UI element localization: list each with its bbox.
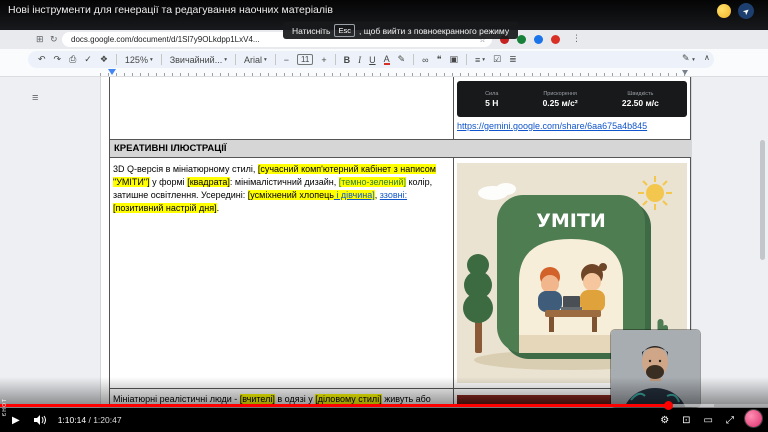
fullscreen-toast: Натисніть Esc , щоб вийти з повноекранно… <box>283 22 518 39</box>
toolbar-separator <box>335 54 336 65</box>
gemini-share-link[interactable]: https://gemini.google.com/share/6aa675a4… <box>457 121 687 132</box>
text-segment: 3D Q-версія в мініатюрному стилі, <box>113 164 258 174</box>
time-total: 1:20:47 <box>93 415 121 425</box>
overlay-badge-icon[interactable] <box>717 4 731 18</box>
text-segment: [позитивний настрій дня] <box>113 203 217 213</box>
section-header-text: КРЕАТИВНІ ІЛЮСТРАЦІЇ <box>114 143 226 154</box>
collapse-toolbar-button[interactable]: ∧ <box>704 53 710 62</box>
time-separator: / <box>88 415 90 425</box>
toolbar-separator <box>161 54 162 65</box>
text-segment: у формі <box>150 177 188 187</box>
progress-played <box>0 404 668 407</box>
paint-format-icon[interactable]: ❖ <box>100 54 108 65</box>
insert-image-button[interactable]: ▣ <box>449 54 458 65</box>
text-segment: . <box>217 203 220 213</box>
text-segment: [темно-зелений] <box>339 177 406 187</box>
italic-button[interactable]: I <box>358 55 361 65</box>
table-border <box>109 157 691 158</box>
stat-cell: Прискорення0.25 м/с² <box>543 91 578 108</box>
document-page: Сила5 Н Прискорення0.25 м/с² Швидкість22.5… <box>100 77 692 408</box>
indent-marker-icon[interactable] <box>108 69 116 75</box>
fullscreen-icon[interactable]: ⤢ <box>726 415 734 426</box>
share-arrow-icon[interactable]: ➤ <box>738 3 754 19</box>
list-button[interactable]: ≣ <box>509 54 517 65</box>
settings-gear-icon[interactable]: ⚙ <box>660 415 669 426</box>
table-border <box>453 77 454 408</box>
text-segment: [усміхнений хлопець <box>248 190 334 200</box>
channel-watermark: єнот <box>1 398 8 416</box>
toolbar-separator <box>116 54 117 65</box>
url-text: docs.google.com/document/d/1Sl7y9OLkdpp1… <box>71 35 260 44</box>
highlight-color-button[interactable]: ✎ <box>398 54 406 65</box>
stats-image: Сила5 Н Прискорення0.25 м/с² Швидкість22.5… <box>457 81 687 117</box>
extension-icon[interactable] <box>551 35 560 44</box>
print-icon[interactable]: ⎙ <box>69 54 76 65</box>
text-segment: ззовні: <box>380 190 407 200</box>
time-display: 1:10:14 / 1:20:47 <box>58 415 122 425</box>
chevron-down-icon: ▾ <box>482 57 485 63</box>
miniplayer-icon[interactable]: ⊡ <box>682 415 690 426</box>
zoom-select[interactable]: 125%▾ <box>125 55 153 65</box>
browser-menu-icon[interactable]: ⋮ <box>572 33 581 44</box>
show-outline-icon[interactable]: ≡ <box>32 92 38 104</box>
toolbar-separator <box>235 54 236 65</box>
toolbar-separator <box>413 54 414 65</box>
extension-icon[interactable] <box>517 35 526 44</box>
font-select[interactable]: Arial▾ <box>244 55 267 65</box>
checklist-button[interactable]: ☑ <box>493 54 501 65</box>
volume-icon[interactable] <box>34 415 46 425</box>
table-border <box>109 77 110 408</box>
video-title: Нові інструменти для генерації та редагу… <box>8 4 333 16</box>
chevron-down-icon: ▾ <box>692 57 695 63</box>
section-header-cell: КРЕАТИВНІ ІЛЮСТРАЦІЇ <box>110 140 691 157</box>
pencil-icon: ✎ <box>682 53 690 63</box>
styles-select[interactable]: Звичайний...▾ <box>170 55 227 65</box>
font-size-decrease-button[interactable]: − <box>284 55 289 65</box>
stat-cell: Сила5 Н <box>485 91 498 108</box>
bold-button[interactable]: B <box>344 55 351 65</box>
toast-text: Натисніть <box>292 26 330 36</box>
svg-text:УМІТИ: УМІТИ <box>536 210 606 232</box>
editing-mode-button[interactable]: ✎ ▾ <box>682 53 695 64</box>
stat-cell: Швидкість22.50 м/с <box>622 91 659 108</box>
text-segment: [квадрата] <box>187 177 230 187</box>
scrollbar[interactable] <box>760 140 765 260</box>
text-color-button[interactable]: A <box>384 55 390 65</box>
toolbar-separator <box>275 54 276 65</box>
play-button[interactable]: ▶ <box>12 415 20 426</box>
spellcheck-icon[interactable]: ✓ <box>84 54 92 65</box>
theater-mode-icon[interactable]: ▭ <box>704 415 713 426</box>
ruler-ticks <box>100 73 692 76</box>
esc-key-badge: Esc <box>334 24 355 37</box>
progress-bar[interactable] <box>0 404 768 407</box>
video-player: ⊞ ↻ docs.google.com/document/d/1Sl7y9OLk… <box>0 0 768 432</box>
tab-grid-icon[interactable]: ⊞ <box>36 34 44 45</box>
insert-link-button[interactable]: ∞ <box>422 55 428 65</box>
redo-icon[interactable]: ↷ <box>54 54 62 65</box>
add-comment-button[interactable]: ❝ <box>437 54 442 65</box>
chevron-down-icon: ▾ <box>224 57 227 63</box>
player-right-controls: ⚙ ⊡ ▭ ⤢ <box>660 408 734 432</box>
toast-text: , щоб вийти з повноекранного режиму <box>359 26 509 36</box>
time-current: 1:10:14 <box>58 415 86 425</box>
extension-icon[interactable] <box>534 35 543 44</box>
docs-toolbar: ↶ ↷ ⎙ ✓ ❖ 125%▾ Звичайний...▾ Arial▾ −11 + BIUA ✎ ∞ ❝… <box>28 51 714 68</box>
text-segment: : мінімалістичний дизайн, <box>230 177 339 187</box>
text-segment: і дівчина] <box>334 190 375 200</box>
align-button[interactable]: ≡▾ <box>475 55 485 65</box>
channel-logo-icon[interactable] <box>745 410 762 427</box>
font-size-increase-button[interactable]: + <box>321 55 326 65</box>
underline-button[interactable]: U <box>369 55 376 65</box>
prompt-text-1[interactable]: 3D Q-версія в мініатюрному стилі, [сучас… <box>113 163 449 215</box>
undo-icon[interactable]: ↶ <box>38 54 46 65</box>
refresh-icon[interactable]: ↻ <box>50 34 58 45</box>
chevron-down-icon: ▾ <box>264 57 267 63</box>
chevron-down-icon: ▾ <box>150 57 153 63</box>
right-margin-marker-icon[interactable] <box>682 70 688 75</box>
toolbar-separator <box>466 54 467 65</box>
player-controls: ▶ 1:10:14 / 1:20:47 <box>0 408 768 432</box>
font-size-input[interactable]: 11 <box>297 54 313 65</box>
